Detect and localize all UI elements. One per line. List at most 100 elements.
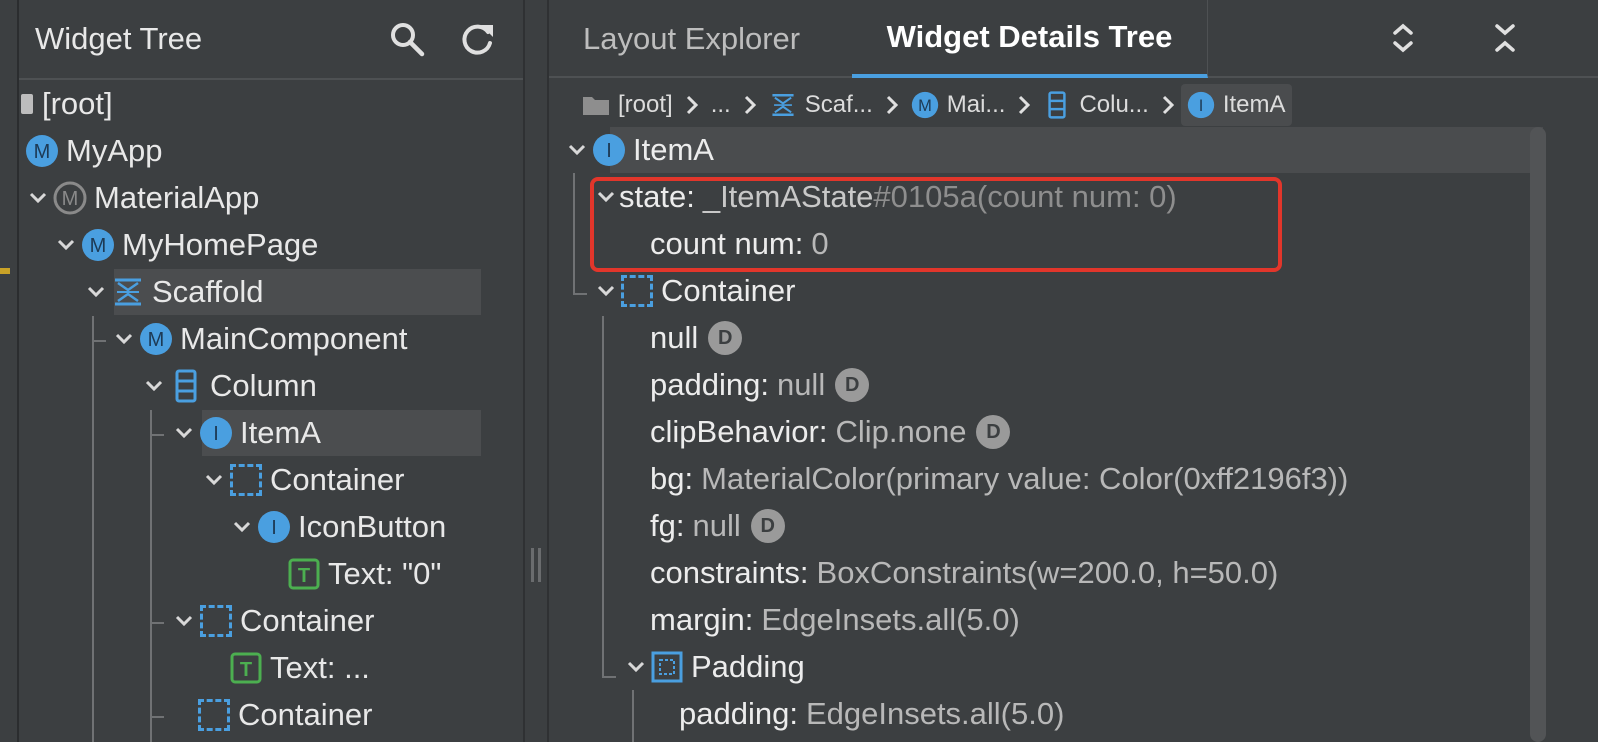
chevron-right-icon — [1155, 95, 1181, 115]
svg-text:T: T — [240, 659, 252, 681]
breadcrumb: [root] ... Scaf... M Mai... Colu... I It… — [576, 82, 1292, 128]
chevron-right-icon — [679, 95, 705, 115]
root-square-icon — [18, 86, 36, 122]
prop-key: constraints: — [650, 555, 809, 590]
tree-item-text-zero[interactable]: T Text: "0" — [286, 551, 441, 597]
chevron-down-icon[interactable] — [228, 504, 256, 550]
details-prop-padding[interactable]: padding: null D — [650, 362, 870, 408]
search-icon[interactable] — [387, 19, 427, 59]
prop-key: fg: — [650, 508, 685, 543]
chevron-down-icon[interactable] — [82, 269, 110, 315]
tree-line — [573, 173, 575, 295]
details-item-label: ItemA — [633, 132, 714, 167]
vertical-scrollbar[interactable] — [1530, 127, 1546, 742]
tree-line — [150, 410, 152, 742]
tree-item-container-2[interactable]: Container — [170, 598, 374, 644]
text-t-icon: T — [228, 650, 264, 686]
gutter-marker — [0, 268, 10, 274]
container-icon — [228, 462, 264, 498]
details-prop-margin[interactable]: margin: EdgeInsets.all(5.0) — [650, 597, 1020, 643]
details-prop-clipbehavior[interactable]: clipBehavior: Clip.none D — [650, 409, 1011, 455]
tree-item-column[interactable]: Column — [140, 363, 317, 409]
panel-title: Widget Tree — [35, 21, 203, 56]
tab-layout-explorer[interactable]: Layout Explorer — [583, 0, 800, 78]
svg-text:M: M — [148, 329, 165, 351]
tree-item-label: MyHomePage — [122, 227, 319, 262]
tree-line — [150, 434, 164, 436]
details-selection — [610, 127, 1543, 173]
scaffold-icon — [110, 274, 146, 310]
padding-icon — [649, 649, 685, 685]
stateful-i-icon: I — [256, 509, 292, 545]
panel-splitter[interactable] — [523, 0, 549, 742]
details-row-container[interactable]: Container — [593, 268, 795, 314]
chevron-down-icon[interactable] — [200, 457, 228, 503]
tree-item-myhomepage[interactable]: M MyHomePage — [52, 222, 318, 268]
details-prop-constraints[interactable]: constraints: BoxConstraints(w=200.0, h=5… — [650, 550, 1278, 596]
chevron-down-icon[interactable] — [110, 316, 138, 362]
tree-item-container[interactable]: Container — [200, 457, 404, 503]
prop-key: padding: — [650, 367, 769, 402]
details-prop-fg[interactable]: fg: null D — [650, 503, 785, 549]
tree-item-itema[interactable]: I ItemA — [170, 410, 321, 456]
tree-item-maincomponent[interactable]: M MainComponent — [110, 316, 407, 362]
breadcrumb-item-maincomponent[interactable]: M Mai... — [905, 84, 1012, 126]
tree-item-container-3[interactable]: Container — [196, 692, 372, 738]
tree-line — [150, 716, 164, 718]
chevron-down-icon[interactable] — [52, 222, 80, 268]
details-row-itema[interactable]: I ItemA — [563, 127, 714, 173]
tree-item-iconbutton[interactable]: I IconButton — [228, 504, 446, 550]
breadcrumb-item-ellipsis[interactable]: ... — [705, 84, 737, 126]
tree-item-myapp[interactable]: M MyApp — [24, 128, 162, 174]
prop-key: clipBehavior: — [650, 414, 828, 449]
tree-item-label: Container — [270, 462, 405, 497]
details-row-padding[interactable]: Padding — [623, 644, 805, 690]
splitter-grip[interactable] — [531, 548, 534, 582]
details-prop-bg[interactable]: bg: MaterialColor(primary value: Color(0… — [650, 456, 1348, 502]
tree-item-label: Scaffold — [152, 274, 264, 309]
default-badge: D — [835, 368, 870, 402]
svg-text:I: I — [213, 423, 219, 445]
prop-key: margin: — [650, 602, 754, 637]
chevron-down-icon[interactable] — [24, 175, 52, 221]
details-item-label: Padding — [691, 649, 805, 684]
svg-text:M: M — [62, 188, 79, 210]
expand-collapse-icon[interactable] — [1385, 20, 1421, 56]
svg-text:I: I — [1199, 97, 1204, 115]
refresh-icon[interactable] — [457, 19, 497, 59]
breadcrumb-item-scaffold[interactable]: Scaf... — [763, 84, 879, 126]
prop-value: MaterialColor(primary value: Color(0xff2… — [701, 461, 1349, 496]
tree-item-label: Text: "0" — [328, 556, 442, 591]
tree-line — [602, 676, 616, 678]
details-prop-padding-inner[interactable]: padding: EdgeInsets.all(5.0) — [679, 691, 1064, 737]
tab-widget-details-tree[interactable]: Widget Details Tree — [852, 0, 1208, 78]
tree-item-label: MyApp — [66, 133, 163, 168]
tree-item-root[interactable]: [root] — [18, 81, 113, 127]
breadcrumb-item-column[interactable]: Colu... — [1037, 84, 1154, 126]
collapse-all-icon[interactable] — [1487, 20, 1523, 56]
chevron-down-icon[interactable] — [623, 644, 649, 690]
widget-tree-header: Widget Tree — [19, 0, 523, 80]
tree-item-scaffold[interactable]: Scaffold — [82, 269, 263, 315]
breadcrumb-label: [root] — [618, 91, 673, 118]
chevron-down-icon[interactable] — [593, 268, 619, 314]
chevron-down-icon[interactable] — [563, 127, 591, 173]
chevron-down-icon[interactable] — [170, 598, 198, 644]
chevron-down-icon[interactable] — [170, 410, 198, 456]
chevron-down-icon[interactable] — [140, 363, 168, 409]
tree-item-materialapp[interactable]: M MaterialApp — [24, 175, 259, 221]
details-prop-null[interactable]: null D — [650, 315, 743, 361]
svg-text:M: M — [918, 97, 932, 115]
tree-item-text-ellipsis[interactable]: T Text: ... — [228, 645, 370, 691]
breadcrumb-item-root[interactable]: [root] — [576, 84, 679, 126]
svg-text:M: M — [34, 141, 51, 163]
stateful-i-icon: I — [591, 132, 627, 168]
default-badge: D — [750, 509, 785, 543]
chevron-right-icon — [1011, 95, 1037, 115]
column-icon — [1043, 91, 1071, 119]
splitter-grip[interactable] — [538, 548, 541, 582]
tree-line — [573, 293, 587, 295]
container-icon — [198, 603, 234, 639]
breadcrumb-item-itema[interactable]: I ItemA — [1180, 84, 1292, 126]
details-item-label: Container — [661, 273, 796, 308]
